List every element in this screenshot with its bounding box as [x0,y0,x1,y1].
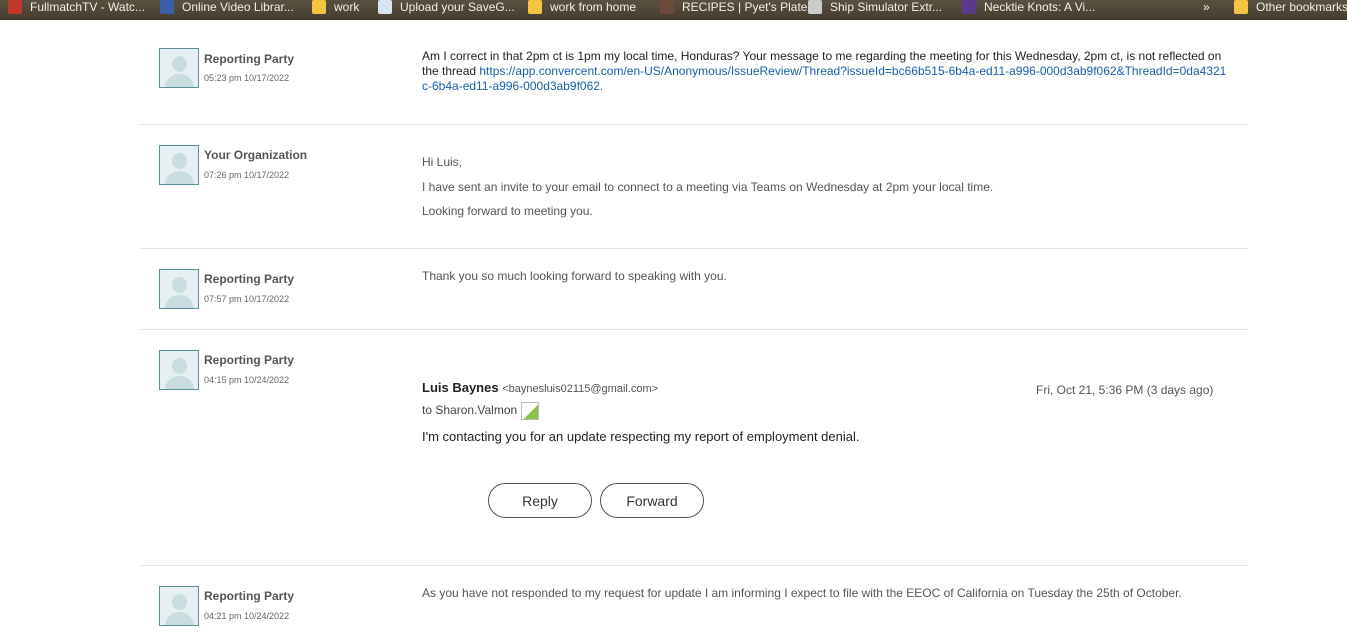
message-row: Reporting Party 04:15 pm 10/24/2022 Luis… [140,329,1248,565]
timestamp: 04:15 pm 10/24/2022 [204,375,290,385]
author: Your Organization [204,148,308,162]
bookmark-item[interactable]: work [312,0,359,14]
bookmark-icon [962,0,976,14]
bookmark-icon [528,0,542,14]
thread-link[interactable]: https://app.convercent.com/en-US/Anonymo… [422,64,1226,93]
message-row: Your Organization 07:26 pm 10/17/2022 Hi… [140,124,1248,248]
avatar [159,586,199,626]
bookmark-item[interactable]: RECIPES | Pyet's Plate [660,0,807,14]
email-recipient: to Sharon.Valmon [422,403,518,418]
email-date: Fri, Oct 21, 5:36 PM (3 days ago) [1036,383,1214,397]
avatar [159,48,199,88]
message-text: Am I correct in that 2pm ct is 1pm my lo… [422,49,1232,94]
email-body: I'm contacting you for an update respect… [422,429,860,444]
folder-icon [1234,0,1248,14]
bookmark-label: Online Video Librar... [182,0,294,14]
timestamp: 07:57 pm 10/17/2022 [204,294,290,304]
sender-email: <baynesluis02115@gmail.com> [502,383,659,395]
message-line: I have sent an invite to your email to c… [422,180,994,194]
bookmarks-overflow-button[interactable]: » [1203,0,1210,14]
message-line: Looking forward to meeting you. [422,204,593,218]
timestamp: 04:21 pm 10/24/2022 [204,611,290,621]
bookmark-icon [808,0,822,14]
bookmark-label: work from home [550,0,637,14]
avatar [159,145,199,185]
other-bookmarks-label: Other bookmarks [1256,0,1347,14]
message-row: Reporting Party 04:21 pm 10/24/2022 As y… [140,565,1248,644]
other-bookmarks[interactable]: Other bookmarks [1234,0,1347,14]
bookmark-label: RECIPES | Pyet's Plate [682,0,808,14]
bookmark-icon [312,0,326,14]
bookmark-item[interactable]: Online Video Librar... [160,0,294,14]
message-row: Reporting Party 05:23 pm 10/17/2022 Am I… [140,40,1248,124]
bookmark-item[interactable]: FullmatchTV - Watc... [8,0,145,14]
sender-name: Luis Baynes [422,380,499,395]
bookmark-label: FullmatchTV - Watc... [30,0,145,14]
broken-image-icon [521,402,540,420]
bookmark-label: Necktie Knots: A Vi... [984,0,1096,14]
bookmark-item[interactable]: Necktie Knots: A Vi... [962,0,1095,14]
message-row: Reporting Party 07:57 pm 10/17/2022 Than… [140,248,1248,329]
bookmark-icon [660,0,674,14]
bookmark-icon [160,0,174,14]
author: Reporting Party [204,272,295,286]
author: Reporting Party [204,353,295,367]
forward-button[interactable]: Forward [600,483,704,518]
bookmark-label: Upload your SaveG... [400,0,515,14]
timestamp: 07:26 pm 10/17/2022 [204,170,290,180]
bookmark-label: Ship Simulator Extr... [830,0,943,14]
bookmarks-bar: FullmatchTV - Watc... Online Video Librar… [0,0,1347,20]
bookmark-item[interactable]: Ship Simulator Extr... [808,0,942,14]
message-line: Hi Luis, [422,155,463,169]
bookmark-label: work [334,0,360,14]
avatar [159,269,199,309]
bookmark-icon [8,0,22,14]
message-text: Thank you so much looking forward to spe… [422,269,727,283]
bookmark-icon [378,0,392,14]
bookmark-item[interactable]: work from home [528,0,636,14]
bookmark-item[interactable]: Upload your SaveG... [378,0,515,14]
timestamp: 05:23 pm 10/17/2022 [204,73,290,83]
author: Reporting Party [204,52,295,66]
reply-button[interactable]: Reply [488,483,592,518]
avatar [159,350,199,390]
author: Reporting Party [204,589,295,603]
message-text: As you have not responded to my request … [422,586,1182,600]
